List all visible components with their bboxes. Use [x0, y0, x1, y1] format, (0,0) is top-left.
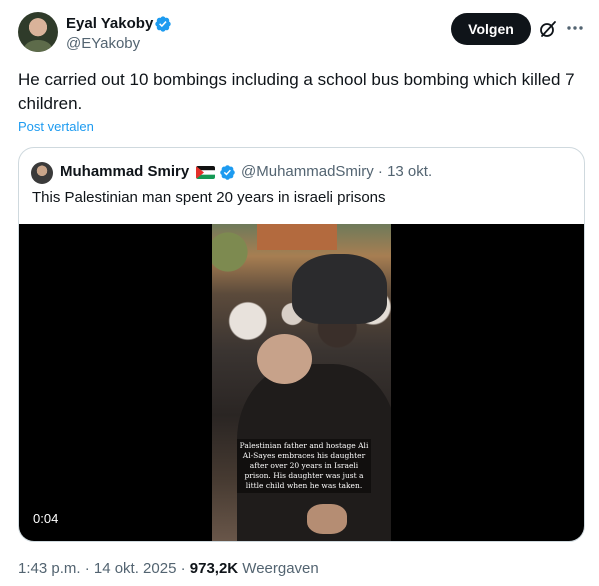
- quoted-post-text: This Palestinian man spent 20 years in i…: [32, 189, 386, 206]
- post-timestamp[interactable]: 1:43 p.m. · 14 okt. 2025 ·: [18, 560, 190, 577]
- video-scene-roof: [257, 224, 337, 250]
- video-thumbnail[interactable]: Palestinian father and hostage Ali Al-Sa…: [212, 224, 391, 541]
- grok-icon[interactable]: [538, 19, 558, 39]
- author-name[interactable]: Eyal Yakoby: [66, 14, 153, 34]
- quoted-author-avatar[interactable]: [31, 162, 53, 184]
- more-icon[interactable]: [565, 18, 585, 38]
- quoted-post-card[interactable]: Muhammad Smiry @MuhammadSmiry · 13 okt. …: [18, 147, 585, 542]
- tweet-text: He carried out 10 bombings including a s…: [18, 70, 575, 113]
- quoted-verified-badge-icon: [220, 165, 235, 180]
- video-scene-cap: [292, 254, 387, 324]
- quoted-author-meta[interactable]: @MuhammadSmiry · 13 okt.: [241, 162, 432, 182]
- video-scene-hand: [307, 504, 347, 534]
- verified-badge-icon: [155, 16, 171, 32]
- video-duration: 0:04: [33, 511, 59, 526]
- palestine-flag-icon: [196, 166, 215, 179]
- views-count: 973,2K: [189, 560, 239, 577]
- video-scene-head: [257, 334, 312, 384]
- author-handle[interactable]: @EYakoby: [66, 34, 140, 54]
- video-caption-overlay: Palestinian father and hostage Ali Al-Sa…: [237, 439, 371, 493]
- views-label: Weergaven: [238, 560, 319, 577]
- post-footer: 1:43 p.m. · 14 okt. 2025 · 973,2K Weerga…: [18, 559, 319, 579]
- translate-post-link[interactable]: Post vertalen: [18, 119, 94, 135]
- quoted-author-name[interactable]: Muhammad Smiry: [60, 162, 189, 182]
- video-player[interactable]: Palestinian father and hostage Ali Al-Sa…: [19, 224, 584, 541]
- author-avatar[interactable]: [18, 12, 58, 52]
- follow-button[interactable]: Volgen: [451, 13, 531, 45]
